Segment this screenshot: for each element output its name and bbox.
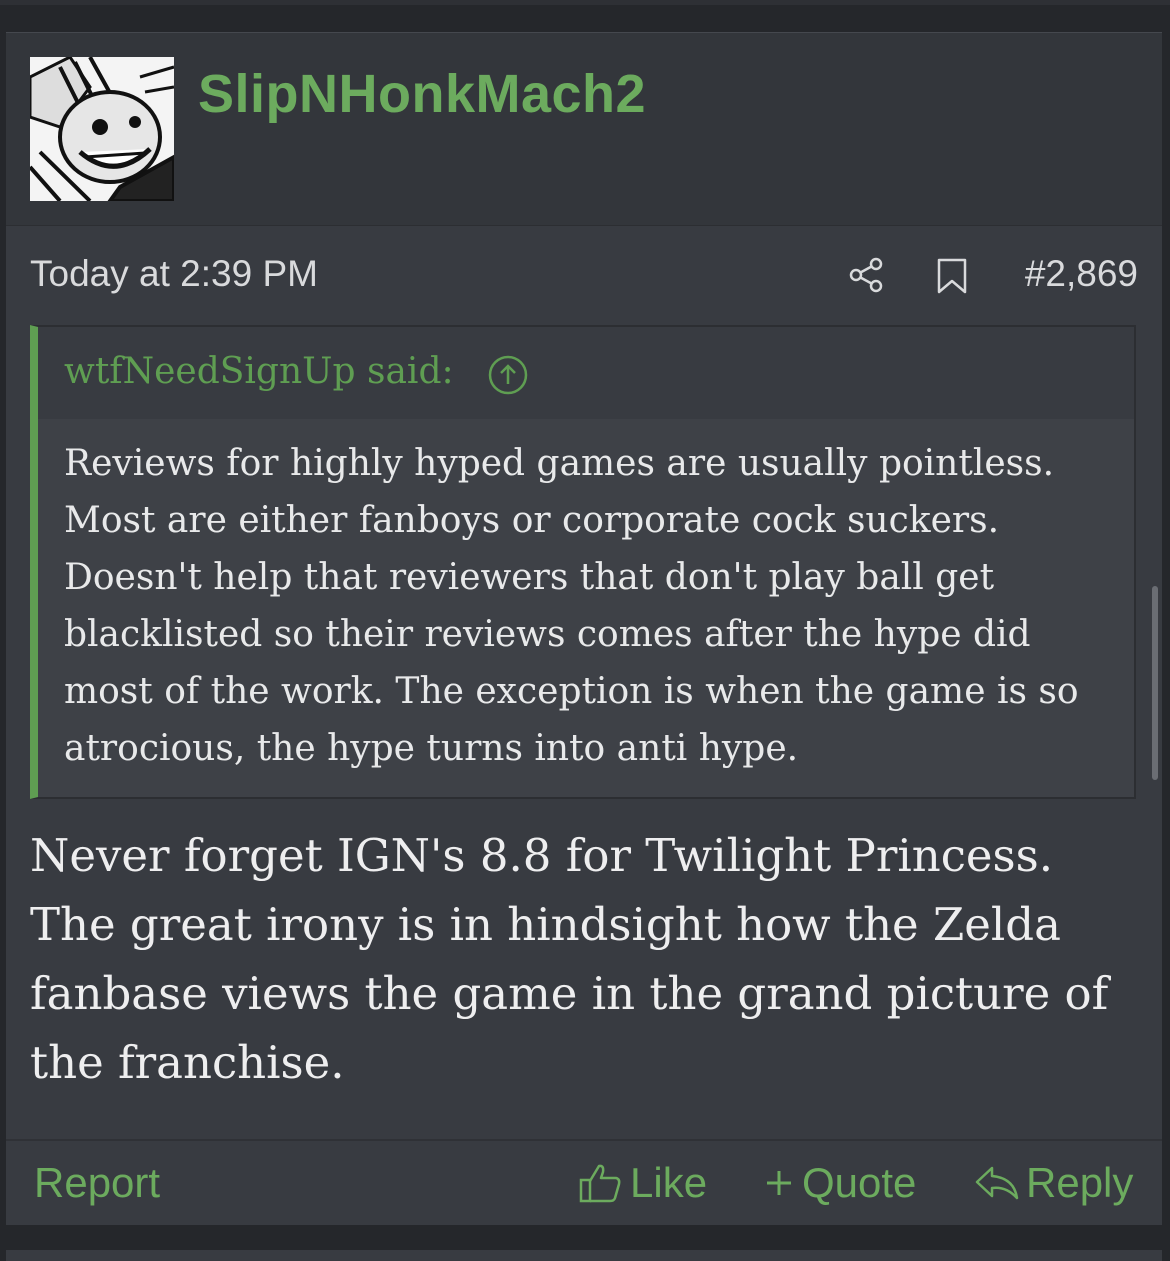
username[interactable]: SlipNHonkMach2	[198, 63, 646, 125]
avatar[interactable]	[30, 57, 174, 201]
quote-label: Quote	[802, 1159, 917, 1206]
forum-post: SlipNHonkMach2 Today at 2:39 PM #2,869 w…	[6, 32, 1162, 1225]
reply-arrow-icon	[975, 1166, 1019, 1200]
post-footer: Report Like Quote Reply	[6, 1139, 1162, 1225]
scrollbar[interactable]	[1152, 586, 1158, 780]
reply-label: Reply	[1026, 1159, 1134, 1206]
quote-button[interactable]: Quote	[762, 1159, 916, 1207]
next-post-edge	[6, 1250, 1162, 1261]
share-icon[interactable]	[846, 255, 886, 295]
post-message: Never forget IGN's 8.8 for Twilight Prin…	[30, 829, 1109, 1089]
arrow-up-circle-icon[interactable]	[486, 353, 530, 397]
quote-author[interactable]: wtfNeedSignUp said:	[64, 351, 454, 392]
post-header: SlipNHonkMach2	[6, 33, 1162, 226]
quote-text: Reviews for highly hyped games are usual…	[64, 443, 1079, 769]
reply-button[interactable]: Reply	[974, 1159, 1133, 1207]
like-button[interactable]: Like	[578, 1159, 707, 1207]
bookmark-icon[interactable]	[936, 257, 968, 295]
plus-icon	[767, 1171, 791, 1195]
quote-header: wtfNeedSignUp said:	[38, 327, 1134, 419]
like-label: Like	[630, 1159, 708, 1206]
post-timestamp[interactable]: Today at 2:39 PM	[30, 253, 318, 295]
thumbs-up-icon	[579, 1164, 621, 1203]
post-number[interactable]: #2,869	[1025, 253, 1138, 295]
quote-block: wtfNeedSignUp said: Reviews for highly h…	[30, 325, 1136, 799]
top-strip	[0, 0, 1170, 5]
report-link[interactable]: Report	[34, 1159, 160, 1207]
